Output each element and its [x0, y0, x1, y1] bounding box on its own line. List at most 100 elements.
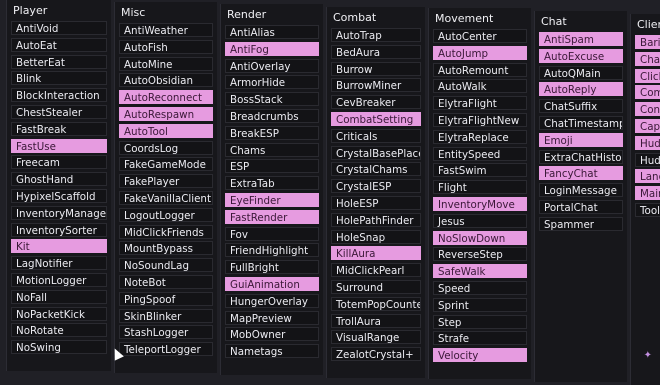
module-toggle[interactable]: AutoMine	[119, 56, 213, 71]
panel-title[interactable]: Combat	[327, 7, 425, 28]
module-toggle[interactable]: AutoEat	[11, 37, 107, 52]
module-toggle[interactable]: EntitySpeed	[433, 146, 527, 161]
module-toggle[interactable]: AntiWeather	[119, 23, 213, 37]
module-toggle[interactable]: FakeVanillaClient	[119, 190, 213, 205]
module-toggle[interactable]: AutoTrap	[331, 28, 421, 42]
module-toggle[interactable]: AutoRemount	[433, 62, 527, 77]
module-toggle[interactable]: FastSwim	[433, 163, 527, 178]
module-toggle[interactable]: Kit	[11, 239, 107, 254]
module-toggle[interactable]: AutoQMain	[539, 65, 623, 80]
module-toggle[interactable]: LoginMessage	[539, 183, 623, 198]
module-toggle[interactable]: Fov	[225, 226, 319, 241]
module-toggle[interactable]: ExtraTab	[225, 176, 319, 191]
module-toggle[interactable]: TrollAura	[331, 313, 421, 328]
module-toggle[interactable]: LogoutLogger	[119, 207, 213, 222]
module-toggle[interactable]: TeleportLogger	[119, 342, 213, 357]
module-toggle[interactable]: KillAura	[331, 246, 421, 261]
module-toggle[interactable]: CoordsLog	[119, 140, 213, 155]
module-toggle[interactable]: Speed	[433, 280, 527, 295]
module-toggle[interactable]: BetterEat	[11, 54, 107, 69]
module-toggle[interactable]: MidClickFriends	[119, 224, 213, 239]
module-toggle[interactable]: Breadcrumbs	[225, 108, 319, 123]
module-toggle[interactable]: BossStack	[225, 92, 319, 107]
module-toggle[interactable]: Sprint	[433, 297, 527, 312]
module-toggle[interactable]: FakePlayer	[119, 174, 213, 189]
module-toggle[interactable]: CrystalChams	[331, 162, 421, 177]
module-toggle[interactable]: Spammer	[539, 216, 623, 231]
panel-misc[interactable]: Misc AntiWeather AutoFish AutoMine AutoObsid…	[114, 2, 217, 373]
module-toggle[interactable]: FastBreak	[11, 121, 107, 136]
module-toggle[interactable]: AutoTool	[119, 123, 213, 138]
module-toggle[interactable]: MountBypass	[119, 241, 213, 256]
module-toggle[interactable]: ElytraFlightNew	[433, 112, 527, 127]
module-toggle[interactable]: FakeGameMode	[119, 157, 213, 172]
panel-title[interactable]: Player	[7, 0, 111, 21]
module-toggle[interactable]: AutoExcuse	[539, 48, 623, 63]
panel-chat[interactable]: Chat AntiSpam AutoExcuse AutoQMain AutoReply…	[534, 11, 627, 382]
module-toggle[interactable]: ReverseStep	[433, 247, 527, 262]
module-toggle[interactable]: GhostHand	[11, 172, 107, 187]
module-toggle[interactable]: MainMenu	[635, 186, 660, 201]
module-toggle[interactable]: NoSlowDown	[433, 230, 527, 245]
module-toggle[interactable]: NoPacketKick	[11, 306, 107, 321]
module-toggle[interactable]: Step	[433, 314, 527, 329]
module-toggle[interactable]: AntiSpam	[539, 32, 623, 46]
module-toggle[interactable]: ElytraReplace	[433, 129, 527, 144]
module-toggle[interactable]: MapPreview	[225, 310, 319, 325]
module-toggle[interactable]: GuiAnimation	[225, 276, 319, 291]
module-toggle[interactable]: AutoFish	[119, 39, 213, 54]
panel-title[interactable]: Client	[631, 14, 660, 35]
module-toggle[interactable]: Criticals	[331, 128, 421, 143]
module-toggle[interactable]: FancyChat	[539, 166, 623, 181]
module-toggle[interactable]: SafeWalk	[433, 264, 527, 279]
module-toggle[interactable]: BedAura	[331, 44, 421, 59]
module-toggle[interactable]: NoFall	[11, 289, 107, 304]
module-toggle[interactable]: AutoJump	[433, 45, 527, 60]
module-toggle[interactable]: AutoRespawn	[119, 106, 213, 121]
module-toggle[interactable]: LagNotifier	[11, 256, 107, 271]
module-toggle[interactable]: ChatSuffix	[539, 99, 623, 114]
module-toggle[interactable]: SkinBlinker	[119, 308, 213, 323]
module-toggle[interactable]: HoleSnap	[331, 229, 421, 244]
module-toggle[interactable]: Surround	[331, 279, 421, 294]
module-toggle[interactable]: AutoWalk	[433, 79, 527, 94]
panel-render[interactable]: Render AntiAlias AntiFog AntiOverlay ArmorHi…	[220, 4, 323, 375]
module-toggle[interactable]: AntiVoid	[11, 21, 107, 35]
module-toggle[interactable]: StashLogger	[119, 325, 213, 340]
module-toggle[interactable]: Clickgui	[635, 68, 660, 83]
module-toggle[interactable]: EyeFinder	[225, 192, 319, 207]
module-toggle[interactable]: Velocity	[433, 348, 527, 363]
module-toggle[interactable]: AutoObsidian	[119, 73, 213, 88]
module-toggle[interactable]: Nametags	[225, 344, 319, 359]
module-toggle[interactable]: ElytraFlight	[433, 96, 527, 111]
module-toggle[interactable]: InventoryManager	[11, 205, 107, 220]
panel-title[interactable]: Chat	[535, 11, 627, 32]
module-toggle[interactable]: CrystalBasePlace	[331, 145, 421, 160]
module-toggle[interactable]: Jesus	[433, 213, 527, 228]
module-toggle[interactable]: CrystalESP	[331, 179, 421, 194]
module-toggle[interactable]: FullBright	[225, 260, 319, 275]
panel-combat[interactable]: Combat AutoTrap BedAura Burrow BurrowMiner Ce…	[326, 7, 425, 378]
module-toggle[interactable]: AutoCenter	[433, 29, 527, 43]
module-toggle[interactable]: AutoReconnect	[119, 90, 213, 105]
module-toggle[interactable]: VisualRange	[331, 330, 421, 345]
module-toggle[interactable]: AntiAlias	[225, 25, 319, 39]
module-toggle[interactable]: Strafe	[433, 331, 527, 346]
module-toggle[interactable]: ChestStealer	[11, 104, 107, 119]
panel-title[interactable]: Misc	[115, 2, 217, 23]
module-toggle[interactable]: Chams	[225, 142, 319, 157]
module-toggle[interactable]: MobOwner	[225, 327, 319, 342]
module-toggle[interactable]: FastUse	[11, 138, 107, 153]
module-toggle[interactable]: MidClickPearl	[331, 263, 421, 278]
module-toggle[interactable]: NoteBot	[119, 274, 213, 289]
module-toggle[interactable]: Commands	[635, 85, 660, 100]
panel-title[interactable]: Render	[221, 4, 323, 25]
module-toggle[interactable]: PortalChat	[539, 199, 623, 214]
module-toggle[interactable]: NoSoundLag	[119, 258, 213, 273]
module-toggle[interactable]: ExtraChatHistory	[539, 149, 623, 164]
module-toggle[interactable]: Capes	[635, 118, 660, 133]
module-toggle[interactable]: CombatSetting	[331, 111, 421, 126]
module-toggle[interactable]: HypixelScaffold	[11, 188, 107, 203]
module-toggle[interactable]: BreakESP	[225, 125, 319, 140]
module-toggle[interactable]: BlockInteraction	[11, 88, 107, 103]
